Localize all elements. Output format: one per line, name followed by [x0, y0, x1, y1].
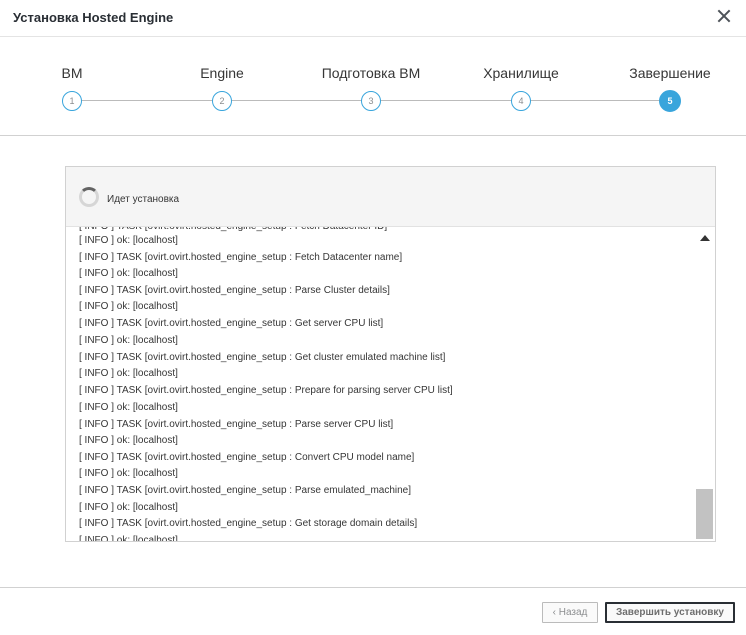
wizard-step-label: Engine: [200, 65, 244, 81]
log-line: [ INFO ] TASK [ovirt.ovirt.hosted_engine…: [79, 318, 384, 329]
log-line: [ INFO ] TASK [ovirt.ovirt.hosted_engine…: [79, 419, 394, 430]
wizard-step-prepare-vm[interactable]: Подготовка ВМ 3: [296, 37, 446, 135]
log-line: [ INFO ] ok: [localhost]: [79, 335, 178, 346]
wizard-step-number: 5: [659, 90, 681, 112]
log-line: [ INFO ] TASK [ovirt.ovirt.hosted_engine…: [79, 485, 412, 496]
install-log-panel: Идет установка [ INFO ] TASK [ovirt.ovir…: [65, 166, 716, 542]
log-line: [ INFO ] ok: [localhost]: [79, 502, 178, 513]
wizard-step-label: Хранилище: [483, 65, 559, 81]
install-status-text: Идет установка: [107, 194, 180, 205]
wizard-step-number: 3: [361, 91, 381, 111]
wizard-step-vm[interactable]: ВМ 1: [0, 37, 147, 135]
log-line: [ INFO ] ok: [localhost]: [79, 435, 178, 446]
wizard-step-label: Подготовка ВМ: [321, 65, 421, 81]
wizard-step-engine[interactable]: Engine 2: [147, 37, 297, 135]
back-button[interactable]: ‹ Назад: [542, 602, 598, 623]
log-line: [ INFO ] ok: [localhost]: [79, 235, 178, 246]
dialog-title: Установка Hosted Engine: [13, 10, 174, 25]
log-line: [ INFO ] TASK [ovirt.ovirt.hosted_engine…: [79, 518, 418, 529]
install-status-header: Идет установка: [66, 167, 715, 227]
wizard-step-number: 4: [511, 91, 531, 111]
wizard-steps: ВМ 1 Engine 2 Подготовка ВМ 3 Хранилище …: [0, 37, 746, 136]
log-line: [ INFO ] TASK [ovirt.ovirt.hosted_engine…: [79, 385, 453, 396]
log-line: [ INFO ] ok: [localhost]: [79, 368, 178, 379]
dialog-header: Установка Hosted Engine: [0, 0, 746, 37]
scrollbar-thumb[interactable]: [696, 489, 713, 539]
scroll-up-arrow-icon[interactable]: [700, 235, 710, 241]
log-scrollbar[interactable]: [695, 227, 715, 541]
log-line: [ INFO ] ok: [localhost]: [79, 535, 178, 541]
close-icon[interactable]: [716, 8, 732, 24]
log-line: [ INFO ] TASK [ovirt.ovirt.hosted_engine…: [79, 452, 415, 463]
wizard-step-storage[interactable]: Хранилище 4: [446, 37, 596, 135]
wizard-step-label: ВМ: [61, 65, 83, 81]
wizard-step-number: 1: [62, 91, 82, 111]
wizard-step-label: Завершение: [629, 65, 711, 81]
wizard-step-finish[interactable]: Завершение 5: [595, 37, 745, 135]
spinner-icon: [79, 187, 99, 207]
log-line: [ INFO ] ok: [localhost]: [79, 468, 178, 479]
log-line: [ INFO ] ok: [localhost]: [79, 268, 178, 279]
wizard-step-number: 2: [212, 91, 232, 111]
install-log[interactable]: [ INFO ] TASK [ovirt.ovirt.hosted_engine…: [66, 227, 695, 541]
log-line: [ INFO ] TASK [ovirt.ovirt.hosted_engine…: [79, 252, 403, 263]
finish-installation-button[interactable]: Завершить установку: [605, 602, 735, 623]
log-line: [ INFO ] TASK [ovirt.ovirt.hosted_engine…: [79, 352, 446, 363]
log-line: [ INFO ] ok: [localhost]: [79, 402, 178, 413]
log-line: [ INFO ] ok: [localhost]: [79, 301, 178, 312]
dialog-footer: ‹ Назад Завершить установку: [0, 587, 746, 635]
log-line: [ INFO ] TASK [ovirt.ovirt.hosted_engine…: [79, 285, 390, 296]
